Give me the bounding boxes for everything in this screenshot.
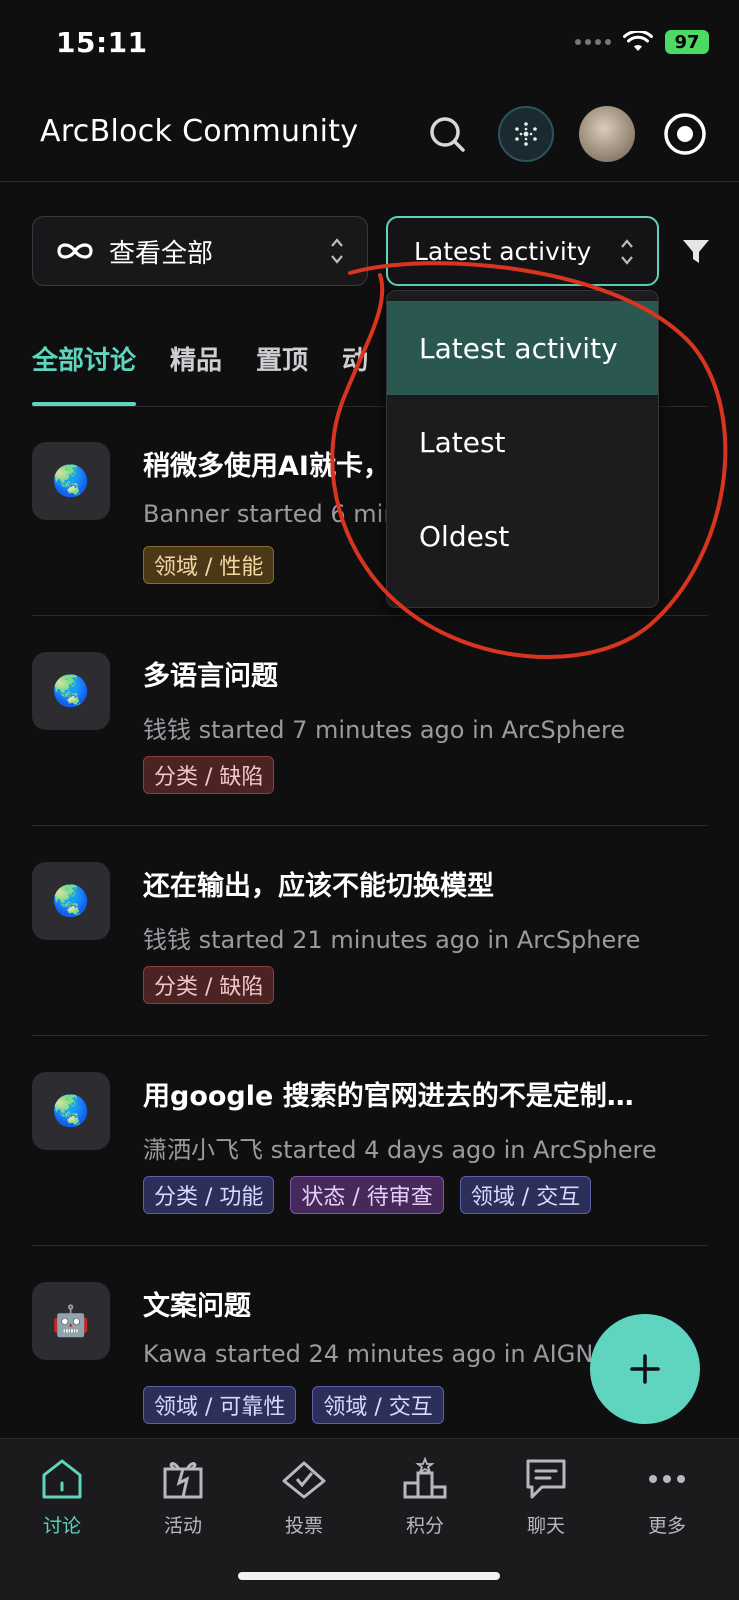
nav-label: 活动 bbox=[163, 1515, 202, 1537]
app-header: ArcBlock Community bbox=[0, 90, 739, 182]
nav-chat[interactable]: 聊天 bbox=[496, 1457, 596, 1547]
globe-icon: 🌏 bbox=[32, 652, 110, 730]
post-title: 还在输出，应该不能切换模型 bbox=[143, 871, 494, 902]
user-avatar[interactable] bbox=[579, 106, 635, 162]
vote-icon bbox=[282, 1461, 326, 1499]
tag[interactable]: 分类 / 缺陷 bbox=[143, 966, 275, 1004]
tab-featured[interactable]: 精品 bbox=[170, 330, 222, 406]
menu-item-latest[interactable]: Latest bbox=[387, 395, 658, 489]
more-icon bbox=[649, 1475, 685, 1483]
gift-icon bbox=[163, 1462, 203, 1499]
post-title: 用google 搜索的官网进去的不是定制… bbox=[143, 1081, 634, 1112]
post-tags: 分类 / 功能 状态 / 待审查 领域 / 交互 bbox=[143, 1176, 592, 1214]
post-title: 多语言问题 bbox=[143, 661, 278, 692]
scope-select-label: 查看全部 bbox=[109, 238, 214, 269]
post-tags: 分类 / 缺陷 bbox=[143, 966, 275, 1004]
home-indicator bbox=[238, 1572, 500, 1580]
search-icon bbox=[430, 117, 465, 152]
tag[interactable]: 领域 / 性能 bbox=[143, 546, 275, 584]
robot-icon: 🤖 bbox=[32, 1282, 110, 1360]
signal-icon bbox=[575, 39, 611, 45]
tab-all-discussions[interactable]: 全部讨论 bbox=[32, 330, 137, 406]
tab-pinned[interactable]: 置顶 bbox=[256, 330, 308, 406]
tag[interactable]: 分类 / 缺陷 bbox=[143, 756, 275, 794]
podium-icon bbox=[403, 1457, 447, 1499]
status-bar: 15:11 97 bbox=[0, 0, 739, 90]
tag[interactable]: 领域 / 可靠性 bbox=[143, 1386, 297, 1424]
tag[interactable]: 领域 / 交互 bbox=[312, 1386, 444, 1424]
post-tags: 领域 / 性能 bbox=[143, 546, 275, 584]
globe-icon: 🌏 bbox=[32, 862, 110, 940]
post-title: 文案问题 bbox=[143, 1291, 251, 1322]
search-button[interactable] bbox=[419, 106, 475, 162]
post-tags: 领域 / 可靠性 领域 / 交互 bbox=[143, 1386, 444, 1424]
funnel-icon bbox=[683, 240, 709, 263]
arc-wallet-button[interactable] bbox=[498, 106, 554, 162]
target-icon bbox=[664, 113, 706, 155]
updown-chevron-icon bbox=[331, 238, 343, 264]
nav-label: 讨论 bbox=[42, 1515, 81, 1537]
globe-icon: 🌏 bbox=[32, 442, 110, 520]
plus-icon bbox=[630, 1354, 660, 1384]
nav-label: 积分 bbox=[405, 1515, 444, 1537]
status-time: 15:11 bbox=[56, 26, 148, 59]
status-icons: 97 bbox=[575, 30, 709, 54]
list-item[interactable]: 🌏 多语言问题 钱钱 started 7 minutes ago in ArcS… bbox=[32, 616, 708, 826]
battery-indicator: 97 bbox=[665, 30, 709, 54]
tag[interactable]: 领域 / 交互 bbox=[459, 1176, 592, 1214]
nav-points[interactable]: 积分 bbox=[375, 1457, 475, 1547]
filter-button[interactable] bbox=[680, 236, 712, 268]
sort-select-label: Latest activity bbox=[414, 236, 592, 266]
new-post-button[interactable] bbox=[590, 1314, 700, 1424]
post-meta: 钱钱 started 7 minutes ago in ArcSphere bbox=[143, 716, 626, 744]
nav-label: 更多 bbox=[647, 1515, 686, 1537]
nav-label: 聊天 bbox=[526, 1515, 565, 1537]
list-item[interactable]: 🌏 还在输出，应该不能切换模型 钱钱 started 21 minutes ag… bbox=[32, 826, 708, 1036]
menu-item-latest-activity[interactable]: Latest activity bbox=[387, 301, 658, 395]
infinity-icon bbox=[57, 243, 93, 259]
nav-discussions[interactable]: 讨论 bbox=[12, 1457, 112, 1547]
globe-icon: 🌏 bbox=[32, 1072, 110, 1150]
updown-chevron-icon bbox=[621, 239, 633, 265]
tag[interactable]: 分类 / 功能 bbox=[143, 1176, 275, 1214]
nav-label: 投票 bbox=[284, 1515, 323, 1537]
scope-select[interactable]: 查看全部 bbox=[32, 216, 368, 286]
sort-select[interactable]: Latest activity bbox=[386, 216, 659, 286]
home-icon bbox=[42, 1459, 82, 1499]
nav-activities[interactable]: 活动 bbox=[133, 1457, 233, 1547]
tab-activity[interactable]: 动 bbox=[342, 330, 368, 406]
arcblock-logo-icon bbox=[515, 122, 537, 146]
nav-more[interactable]: 更多 bbox=[617, 1457, 717, 1547]
post-meta: 潇洒小飞飞 started 4 days ago in ArcSphere bbox=[143, 1136, 657, 1164]
menu-item-oldest[interactable]: Oldest bbox=[387, 489, 658, 583]
profile-menu-button[interactable] bbox=[657, 106, 713, 162]
category-tabs: 全部讨论 精品 置顶 动 bbox=[32, 330, 402, 406]
wifi-icon bbox=[623, 31, 653, 51]
chat-icon bbox=[526, 1459, 566, 1499]
sort-dropdown-menu: Latest activity Latest Oldest bbox=[386, 290, 659, 608]
tag[interactable]: 状态 / 待审查 bbox=[290, 1176, 444, 1214]
post-meta: 钱钱 started 21 minutes ago in ArcSphere bbox=[143, 926, 641, 954]
post-tags: 分类 / 缺陷 bbox=[143, 756, 275, 794]
app-title: ArcBlock Community bbox=[40, 114, 359, 149]
nav-vote[interactable]: 投票 bbox=[254, 1457, 354, 1547]
post-meta: Kawa started 24 minutes ago in AIGNE bbox=[143, 1340, 609, 1368]
list-item[interactable]: 🌏 用google 搜索的官网进去的不是定制… 潇洒小飞飞 started 4 … bbox=[32, 1036, 708, 1246]
post-meta: Banner started 6 min bbox=[143, 500, 399, 528]
